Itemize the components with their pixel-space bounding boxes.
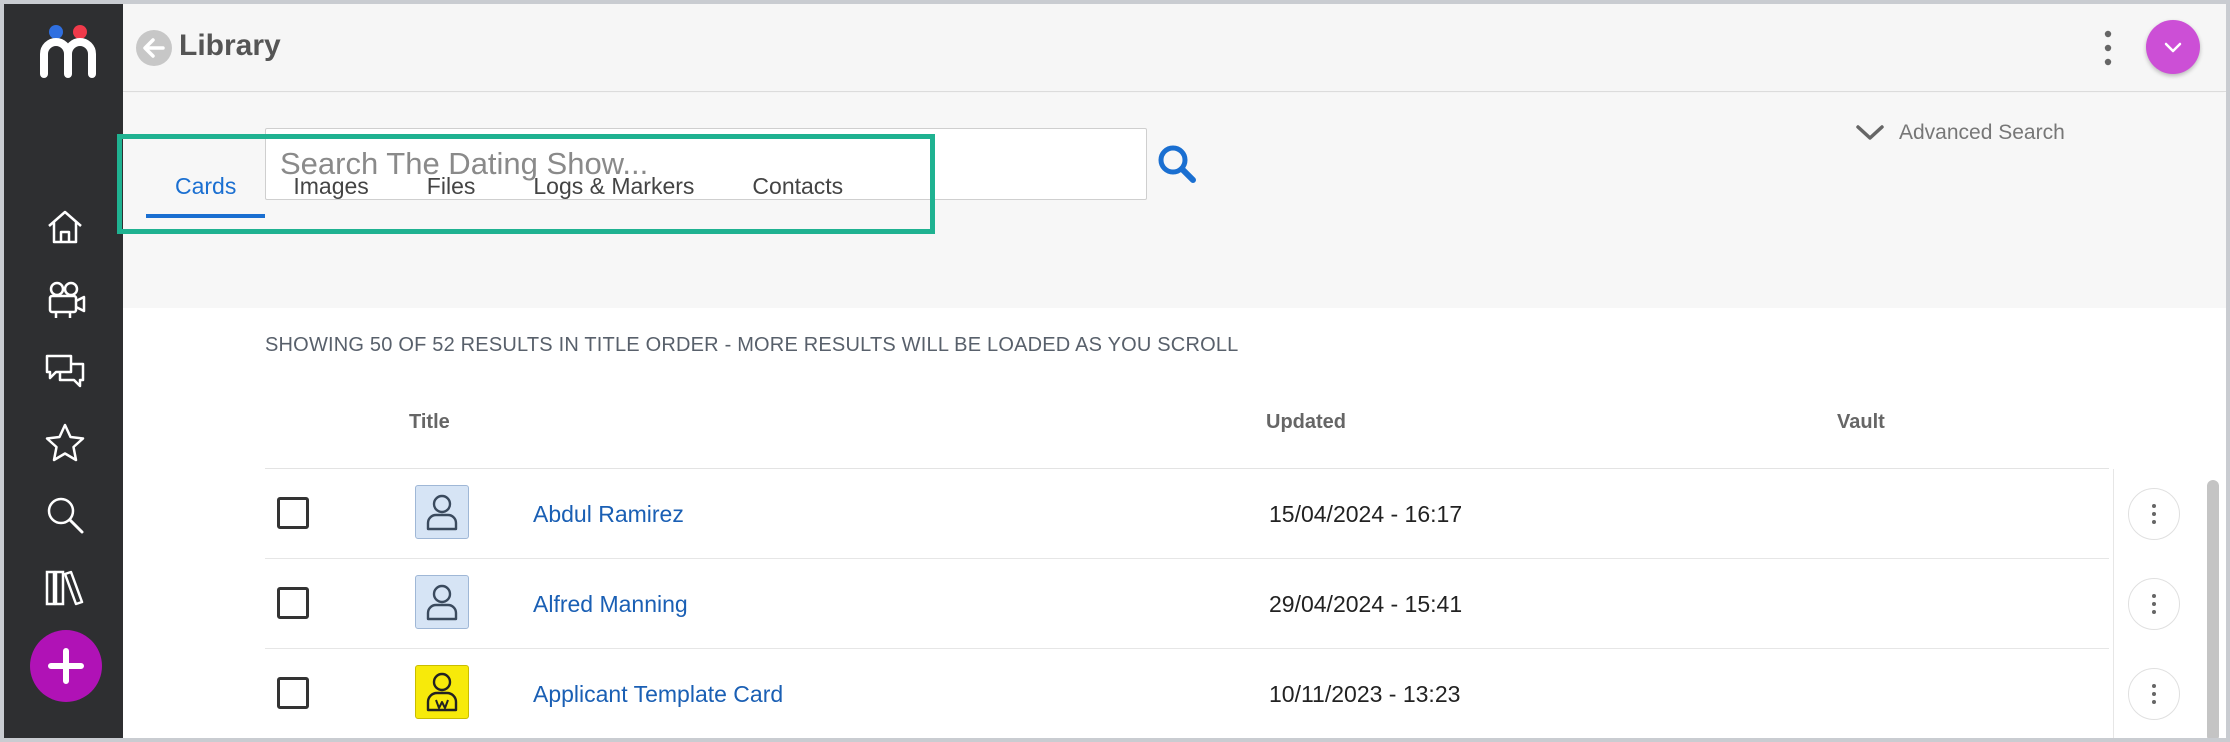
plus-icon	[48, 648, 84, 684]
more-options-icon	[2152, 504, 2156, 524]
app-logo[interactable]	[38, 22, 98, 78]
chat-icon[interactable]	[42, 348, 88, 394]
applicant-icon	[415, 665, 469, 719]
table-row[interactable]: Abdul Ramirez 15/04/2024 - 16:17	[265, 469, 2180, 559]
sidebar	[4, 4, 123, 738]
tab-contacts[interactable]: Contacts	[723, 164, 872, 218]
search-icon[interactable]	[42, 492, 88, 538]
row-checkbox[interactable]	[277, 497, 309, 529]
person-icon	[415, 575, 469, 629]
column-header-updated[interactable]: Updated	[1266, 411, 1346, 434]
row-checkbox[interactable]	[277, 677, 309, 709]
person-icon	[415, 485, 469, 539]
row-actions-cell	[2113, 469, 2195, 559]
row-title-link[interactable]: Alfred Manning	[533, 591, 688, 618]
home-icon[interactable]	[42, 204, 88, 250]
page-title: Library	[179, 29, 281, 62]
camera-icon[interactable]	[42, 276, 88, 322]
column-header-vault[interactable]: Vault	[1837, 411, 1885, 434]
row-checkbox[interactable]	[277, 587, 309, 619]
star-icon[interactable]	[42, 420, 88, 466]
row-menu-button[interactable]	[2128, 578, 2180, 630]
row-updated: 15/04/2024 - 16:17	[1269, 501, 1463, 527]
chevron-down-icon	[2164, 42, 2182, 53]
row-menu-button[interactable]	[2128, 668, 2180, 720]
advanced-search-toggle[interactable]: Advanced Search	[1855, 121, 2065, 145]
tab-files[interactable]: Files	[398, 164, 505, 218]
tab-bar: Cards Images Files Logs & Markers Contac…	[146, 164, 872, 228]
row-title-link[interactable]: Abdul Ramirez	[533, 501, 684, 528]
table-row[interactable]: Alfred Manning 29/04/2024 - 15:41	[265, 559, 2180, 649]
more-options-icon	[2152, 594, 2156, 614]
profile-menu-button[interactable]	[2146, 20, 2200, 74]
scrollbar[interactable]	[2207, 480, 2219, 738]
column-header-title[interactable]: Title	[409, 411, 450, 434]
arrow-left-icon	[143, 38, 165, 58]
top-bar: Library	[123, 4, 2226, 92]
search-button-icon[interactable]	[1153, 140, 1201, 188]
add-button[interactable]	[30, 630, 102, 702]
app-window: Library Advanced Search Cards Images	[4, 4, 2226, 738]
row-menu-button[interactable]	[2128, 488, 2180, 540]
table-row[interactable]: Applicant Template Card 10/11/2023 - 13:…	[265, 649, 2180, 738]
more-options-icon[interactable]	[2102, 28, 2114, 68]
back-button[interactable]	[136, 30, 172, 66]
chevron-down-icon	[1856, 125, 1884, 140]
row-title-link[interactable]: Applicant Template Card	[533, 681, 783, 708]
row-updated: 29/04/2024 - 15:41	[1269, 591, 1463, 617]
tab-logs-markers[interactable]: Logs & Markers	[504, 164, 723, 218]
row-updated: 10/11/2023 - 13:23	[1269, 681, 1461, 707]
advanced-search-label: Advanced Search	[1899, 121, 2065, 144]
row-actions-cell	[2113, 649, 2195, 738]
results-info: SHOWING 50 OF 52 RESULTS IN TITLE ORDER …	[265, 334, 1239, 356]
row-actions-cell	[2113, 559, 2195, 649]
library-icon[interactable]	[42, 564, 88, 610]
tab-cards[interactable]: Cards	[146, 164, 266, 218]
more-options-icon	[2152, 684, 2156, 704]
tab-images[interactable]: Images	[265, 164, 397, 218]
